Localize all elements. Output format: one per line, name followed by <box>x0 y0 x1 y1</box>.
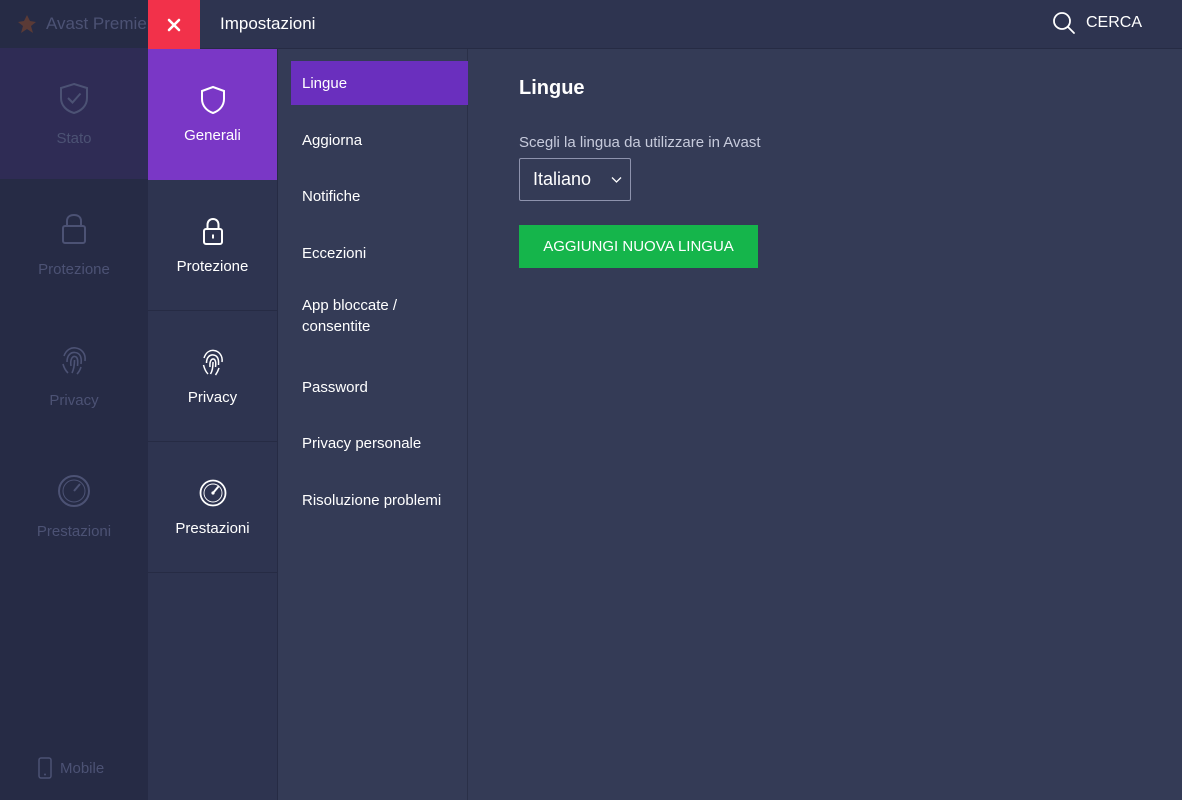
category-label: Prestazioni <box>175 519 250 537</box>
shield-check-icon <box>60 82 88 115</box>
close-icon <box>167 18 181 31</box>
subnav-item-app-bloccate[interactable]: App bloccate / consentite <box>291 292 451 340</box>
chevron-down-icon <box>611 177 622 183</box>
background-nav-label: Stato <box>56 130 92 147</box>
fingerprint-icon <box>202 349 223 375</box>
speedometer-icon <box>199 479 226 506</box>
language-select-value: Italiano <box>533 169 592 189</box>
subnav-item-eccezioni[interactable]: Eccezioni <box>291 231 468 275</box>
background-nav-label: Protezione <box>38 261 110 278</box>
category-label: Privacy <box>187 388 238 406</box>
search-icon <box>1053 12 1075 34</box>
settings-panel: Impostazioni CERCA Generali Protezione P… <box>148 0 1182 800</box>
background-app-sidebar: Avast Premier Stato Protezione Privacy P… <box>0 0 152 800</box>
language-select[interactable]: Italiano <box>519 158 631 201</box>
background-nav-item-protezione: Protezione <box>0 179 148 310</box>
language-label: Scegli la lingua da utilizzare in Avast <box>519 134 761 151</box>
shield-icon <box>200 85 225 114</box>
settings-subnav: Lingue Aggiorna Notifiche Eccezioni App … <box>279 49 468 800</box>
close-settings-button[interactable] <box>148 0 200 49</box>
background-nav: Stato Protezione Privacy Prestazioni <box>0 48 148 572</box>
background-app-title: Avast Premier <box>16 10 152 38</box>
subnav-item-notifiche[interactable]: Notifiche <box>291 174 468 218</box>
category-label: Protezione <box>176 257 249 275</box>
background-mobile-label: Mobile <box>60 759 105 777</box>
background-nav-item-stato: Stato <box>0 48 148 179</box>
settings-categories: Generali Protezione Privacy Prestazioni <box>148 49 278 800</box>
category-prestazioni[interactable]: Prestazioni <box>148 442 277 573</box>
background-nav-label: Privacy <box>49 392 99 409</box>
subnav-item-privacy-personale[interactable]: Privacy personale <box>291 421 468 465</box>
speedometer-icon <box>58 475 90 507</box>
background-nav-label: Prestazioni <box>36 523 112 540</box>
settings-topbar: Impostazioni CERCA <box>148 0 1182 49</box>
background-nav-item-prestazioni: Prestazioni <box>0 441 148 572</box>
subnav-item-risoluzione-problemi[interactable]: Risoluzione problemi <box>291 478 468 522</box>
search-button[interactable]: CERCA <box>1052 11 1142 35</box>
mobile-phone-icon <box>38 757 52 779</box>
subnav-item-lingue[interactable]: Lingue <box>291 61 468 105</box>
lock-icon <box>62 213 86 244</box>
search-label: CERCA <box>1085 14 1142 31</box>
category-privacy[interactable]: Privacy <box>148 311 277 442</box>
background-nav-item-privacy: Privacy <box>0 310 148 441</box>
lock-icon <box>202 217 223 245</box>
avast-logo-icon <box>18 15 36 33</box>
settings-content: Lingue Scegli la lingua da utilizzare in… <box>519 49 1182 800</box>
subnav-item-password[interactable]: Password <box>291 365 468 409</box>
section-title: Lingue <box>519 77 585 99</box>
category-generali[interactable]: Generali <box>148 49 277 180</box>
category-label: Generali <box>184 126 241 144</box>
subnav-item-aggiorna[interactable]: Aggiorna <box>291 118 468 162</box>
fingerprint-icon <box>62 347 86 375</box>
category-protezione[interactable]: Protezione <box>148 180 277 311</box>
background-app-title-text: Avast Premier <box>46 14 153 33</box>
background-mobile: Mobile <box>36 757 104 779</box>
page-title: Impostazioni <box>220 14 316 33</box>
add-language-button[interactable]: AGGIUNGI NUOVA LINGUA <box>519 225 758 268</box>
